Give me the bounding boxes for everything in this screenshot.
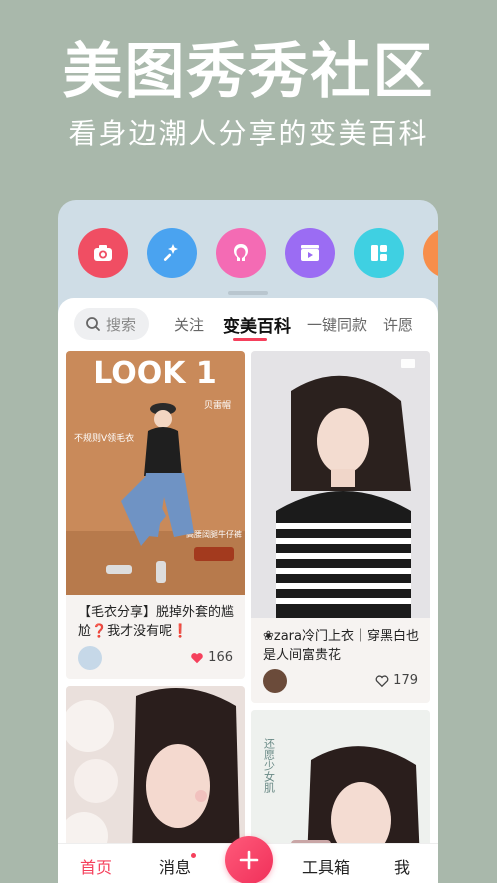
video-clapper-icon[interactable] — [285, 228, 335, 278]
nav-me[interactable]: 我 — [394, 854, 410, 878]
phone-screen: 搜索 关注 变美百科 一键同款 许愿 LOOK 1 贝雷帽 不规则V领毛衣 高腰… — [58, 200, 438, 883]
magic-wand-icon[interactable] — [147, 228, 197, 278]
tab-wish[interactable]: 许愿 — [383, 314, 413, 335]
poster-annotation: 高腰阔腿牛仔裤 — [186, 529, 242, 539]
drag-handle[interactable] — [228, 291, 268, 295]
like-count[interactable]: 179 — [375, 673, 418, 688]
like-count-value: 179 — [393, 673, 418, 688]
like-count-value: 166 — [208, 650, 233, 665]
heart-filled-icon — [191, 652, 203, 663]
promo-subline: 看身边潮人分享的变美百科 — [68, 117, 429, 150]
tab-follow[interactable]: 关注 — [174, 314, 204, 335]
more-tool-icon[interactable] — [423, 228, 438, 278]
poster-text: 还愿少女肌 — [263, 738, 276, 794]
card-title: ❀zara冷门上衣｜穿黑白也是人间富贵花 — [263, 629, 419, 663]
community-sheet: 搜索 关注 变美百科 一键同款 许愿 LOOK 1 贝雷帽 不规则V领毛衣 高腰… — [58, 298, 438, 883]
promo-headline: 美图秀秀社区 — [62, 37, 435, 107]
card-title: 【毛衣分享】脱掉外套的尴尬❓我才没有呢❗ — [78, 605, 235, 639]
feed-card[interactable]: LOOK 1 贝雷帽 不规则V领毛衣 高腰阔腿牛仔裤 【毛衣分享】脱掉外套的尴尬… — [66, 351, 245, 679]
tab-beauty-wiki[interactable]: 变美百科 — [223, 312, 291, 337]
hair-icon[interactable] — [216, 228, 266, 278]
avatar[interactable] — [78, 646, 102, 670]
unread-dot — [191, 853, 196, 858]
search-input[interactable]: 搜索 — [74, 308, 149, 340]
avatar[interactable] — [263, 669, 287, 693]
create-post-button[interactable] — [225, 836, 273, 883]
collage-grid-icon[interactable] — [354, 228, 404, 278]
nav-home[interactable]: 首页 — [80, 854, 112, 878]
nav-messages[interactable]: 消息 — [159, 854, 191, 878]
plus-icon — [239, 850, 259, 870]
card-image — [251, 351, 430, 618]
poster-text: LOOK 1 — [93, 356, 217, 391]
search-icon — [86, 317, 100, 331]
camera-icon[interactable] — [78, 228, 128, 278]
active-tab-indicator — [233, 338, 267, 341]
feed-card[interactable]: ❀zara冷门上衣｜穿黑白也是人间富贵花 179 — [251, 351, 430, 703]
search-placeholder: 搜索 — [106, 315, 137, 334]
poster-annotation: 不规则V领毛衣 — [74, 432, 134, 444]
tool-icon-row — [58, 228, 438, 284]
card-image: LOOK 1 贝雷帽 不规则V领毛衣 高腰阔腿牛仔裤 — [66, 351, 245, 595]
nav-tools[interactable]: 工具箱 — [302, 854, 350, 878]
poster-annotation: 贝雷帽 — [204, 399, 231, 411]
heart-outline-icon — [375, 674, 389, 687]
like-count[interactable]: 166 — [190, 650, 233, 665]
tab-one-click-same[interactable]: 一键同款 — [307, 314, 367, 335]
